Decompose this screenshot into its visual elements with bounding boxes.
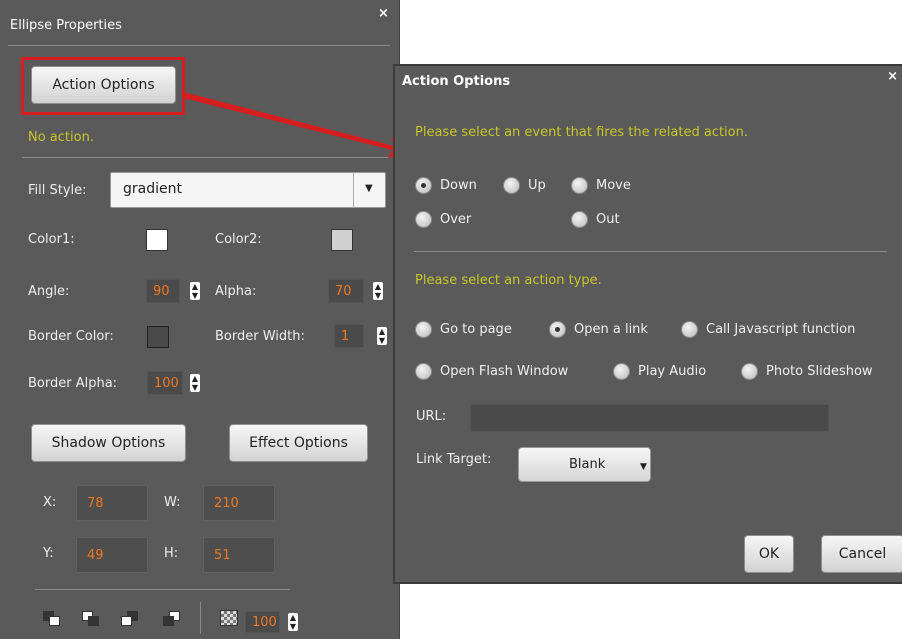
link-target-label: Link Target: xyxy=(416,452,492,467)
shadow-options-button[interactable]: Shadow Options xyxy=(31,424,186,462)
event-radio-out[interactable]: Out xyxy=(571,211,620,228)
fill-style-label: Fill Style: xyxy=(28,183,87,198)
panel-title: Ellipse Properties xyxy=(10,18,122,33)
border-color-swatch[interactable] xyxy=(147,326,169,348)
fill-style-select[interactable]: gradient ▼ xyxy=(110,172,386,208)
w-label: W: xyxy=(164,495,181,510)
radio-icon xyxy=(571,177,588,194)
radio-icon xyxy=(415,321,432,338)
send-to-back-icon[interactable] xyxy=(82,611,100,627)
border-width-spinner[interactable]: ▲ ▼ xyxy=(377,327,387,345)
alpha-label: Alpha: xyxy=(215,284,257,299)
dropdown-button[interactable]: ▼ xyxy=(353,173,385,207)
dialog-title: Action Options xyxy=(402,74,511,89)
event-hint: Please select an event that fires the re… xyxy=(415,125,748,140)
alpha-input[interactable]: 70 xyxy=(328,279,364,303)
divider xyxy=(35,589,290,590)
radio-icon xyxy=(613,363,630,380)
action-radio-photo-slideshow[interactable]: Photo Slideshow xyxy=(741,363,873,380)
action-hint: Please select an action type. xyxy=(415,273,602,288)
action-radio-call-javascript[interactable]: Call Javascript function xyxy=(681,321,855,338)
color2-label: Color2: xyxy=(215,232,262,247)
radio-icon xyxy=(741,363,758,380)
color1-swatch[interactable] xyxy=(146,229,168,251)
radio-icon xyxy=(415,363,432,380)
y-label: Y: xyxy=(43,546,54,561)
radio-icon xyxy=(503,177,520,194)
event-radio-down[interactable]: Down xyxy=(415,177,477,194)
color1-label: Color1: xyxy=(28,232,75,247)
dialog-close-icon[interactable]: × xyxy=(887,69,898,84)
action-status-text: No action. xyxy=(28,130,94,145)
event-radio-move[interactable]: Move xyxy=(571,177,631,194)
x-input[interactable]: 78 xyxy=(76,485,148,521)
cancel-button[interactable]: Cancel xyxy=(821,535,902,573)
divider xyxy=(22,157,390,158)
border-alpha-label: Border Alpha: xyxy=(28,376,118,391)
border-width-label: Border Width: xyxy=(215,329,305,344)
divider xyxy=(8,45,390,46)
radio-icon xyxy=(571,211,588,228)
toolbar-separator xyxy=(200,602,201,634)
y-input[interactable]: 49 xyxy=(76,537,148,573)
transparency-icon[interactable] xyxy=(220,610,238,626)
angle-input[interactable]: 90 xyxy=(146,279,180,303)
x-label: X: xyxy=(43,495,57,510)
chevron-down-icon: ▼ xyxy=(640,462,647,472)
url-label: URL: xyxy=(416,409,447,424)
h-label: H: xyxy=(164,546,179,561)
action-options-dialog: Action Options × Please select an event … xyxy=(393,64,902,584)
radio-icon xyxy=(549,321,566,338)
alpha-spinner[interactable]: ▲ ▼ xyxy=(373,282,383,300)
action-radio-open-flash-window[interactable]: Open Flash Window xyxy=(415,363,568,380)
action-radio-open-link[interactable]: Open a link xyxy=(549,321,648,338)
radio-icon xyxy=(415,211,432,228)
bring-to-front-icon[interactable] xyxy=(43,611,61,627)
border-color-label: Border Color: xyxy=(28,329,114,344)
chevron-down-icon: ▼ xyxy=(365,183,373,194)
radio-icon xyxy=(415,177,432,194)
action-options-button[interactable]: Action Options xyxy=(31,66,176,104)
angle-label: Angle: xyxy=(28,284,70,299)
opacity-spinner[interactable]: ▲ ▼ xyxy=(288,613,298,631)
border-width-input[interactable]: 1 xyxy=(334,324,364,348)
radio-icon xyxy=(681,321,698,338)
url-input[interactable] xyxy=(470,404,829,432)
event-radio-up[interactable]: Up xyxy=(503,177,546,194)
bring-forward-icon[interactable] xyxy=(121,611,139,627)
link-target-value: Blank xyxy=(569,457,606,472)
color2-swatch[interactable] xyxy=(331,229,353,251)
action-radio-play-audio[interactable]: Play Audio xyxy=(613,363,706,380)
ellipse-properties-panel: Ellipse Properties × Action Options No a… xyxy=(0,0,400,639)
event-radio-over[interactable]: Over xyxy=(415,211,471,228)
panel-close-icon[interactable]: × xyxy=(378,6,389,21)
fill-style-value: gradient xyxy=(123,181,182,197)
w-input[interactable]: 210 xyxy=(203,485,275,521)
action-radio-go-to-page[interactable]: Go to page xyxy=(415,321,512,338)
send-backward-icon[interactable] xyxy=(163,611,181,627)
angle-spinner[interactable]: ▲ ▼ xyxy=(190,282,200,300)
link-target-select[interactable]: Blank ▼ xyxy=(518,447,651,482)
ok-button[interactable]: OK xyxy=(744,535,794,573)
border-alpha-spinner[interactable]: ▲ ▼ xyxy=(190,374,200,392)
border-alpha-input[interactable]: 100 xyxy=(147,371,183,395)
effect-options-button[interactable]: Effect Options xyxy=(229,424,368,462)
divider xyxy=(414,251,887,252)
opacity-input[interactable]: 100 xyxy=(245,611,280,633)
h-input[interactable]: 51 xyxy=(203,537,275,573)
